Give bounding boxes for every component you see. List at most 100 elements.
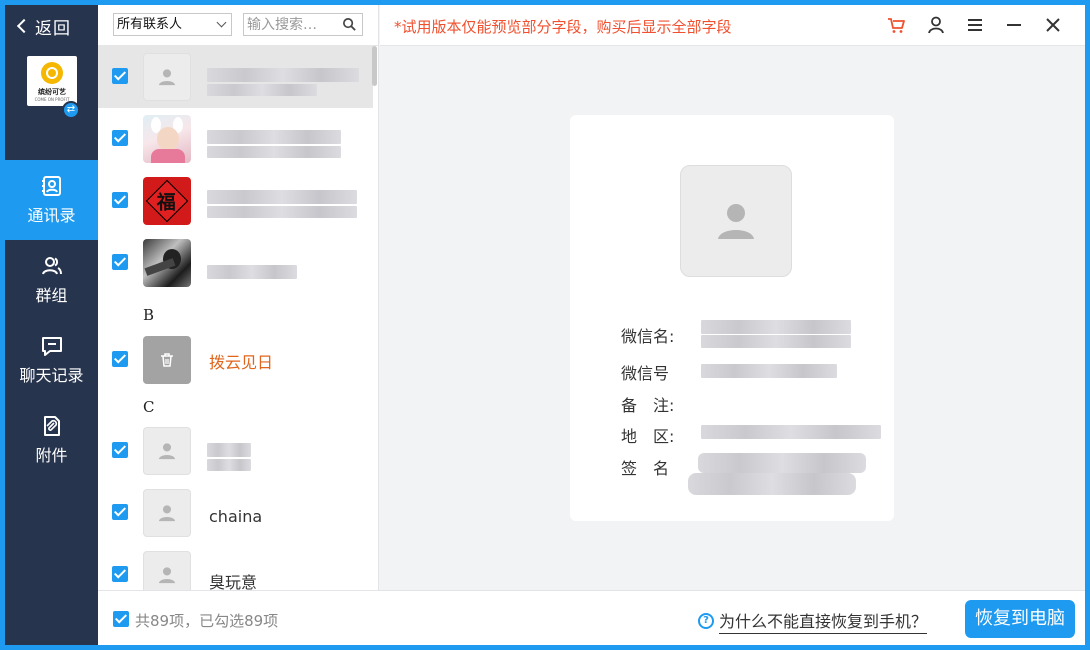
photo-avatar xyxy=(143,239,191,287)
contact-checkbox[interactable] xyxy=(112,504,128,520)
default-avatar xyxy=(143,427,191,475)
contact-checkbox[interactable] xyxy=(112,68,128,84)
contact-name: chaina xyxy=(209,507,263,526)
search-icon[interactable] xyxy=(342,17,357,32)
region-label: 地 区: xyxy=(621,427,675,446)
person-icon xyxy=(158,567,176,584)
contact-checkbox[interactable] xyxy=(112,130,128,146)
contact-row[interactable] xyxy=(98,232,373,294)
section-letter-b: B xyxy=(143,306,155,324)
contact-detail-area: 微信名: 微信号 备 注: 地 区: 签 名 xyxy=(380,46,1085,590)
chat-icon xyxy=(41,337,62,356)
person-icon xyxy=(718,204,754,239)
remark-label: 备 注: xyxy=(621,396,675,415)
contact-list: 福 B 拨云见日 C chaina 臭玩意 xyxy=(98,46,378,590)
app-window: 返回 缤纷可艺 COME ON PROFIT ⇄ 通讯录 群组 聊天记录 附件 xyxy=(5,5,1085,645)
help-link[interactable]: ? 为什么不能直接恢复到手机？ xyxy=(698,608,928,634)
contact-filter-select[interactable]: 所有联系人 xyxy=(113,13,232,36)
trial-notice: *试用版本仅能预览部分字段，购买后显示全部字段 xyxy=(394,18,732,36)
blurred-name xyxy=(207,130,341,144)
nav-contacts-label: 通讯录 xyxy=(27,206,76,225)
left-sidebar: 返回 缤纷可艺 COME ON PROFIT ⇄ 通讯录 群组 聊天记录 附件 xyxy=(5,5,98,645)
fu-character-avatar: 福 xyxy=(143,177,191,225)
wechat-id-label: 微信号 xyxy=(621,364,670,383)
nav-attachments-label: 附件 xyxy=(35,446,68,465)
default-avatar xyxy=(143,489,191,537)
contact-checkbox[interactable] xyxy=(112,351,128,367)
nav-contacts[interactable]: 通讯录 xyxy=(5,160,98,240)
contact-row[interactable]: 福 xyxy=(98,170,373,232)
nav-groups[interactable]: 群组 xyxy=(5,240,98,320)
logo-subtitle: COME ON PROFIT xyxy=(34,97,70,102)
contact-detail-card: 微信名: 微信号 备 注: 地 区: 签 名 xyxy=(570,115,894,521)
blurred-name xyxy=(207,146,341,158)
contact-row[interactable]: 拨云见日 xyxy=(98,329,373,391)
person-icon xyxy=(158,443,176,460)
blurred-name xyxy=(207,84,317,96)
top-bar: *试用版本仅能预览部分字段，购买后显示全部字段 xyxy=(380,5,1085,46)
trash-icon xyxy=(161,353,173,367)
help-link-text: 为什么不能直接恢复到手机？ xyxy=(719,608,928,634)
blurred-value xyxy=(698,453,866,473)
blurred-value xyxy=(701,335,851,348)
contact-avatar-large xyxy=(680,165,792,277)
nickname-label: 微信名: xyxy=(621,327,675,346)
contacts-icon xyxy=(41,176,61,196)
user-icon[interactable] xyxy=(926,15,946,35)
cart-icon[interactable] xyxy=(886,15,906,35)
contact-checkbox[interactable] xyxy=(112,566,128,582)
list-toolbar: 所有联系人 xyxy=(98,5,378,46)
minimize-icon[interactable] xyxy=(1004,15,1024,35)
nav-chat-history-label: 聊天记录 xyxy=(19,366,84,385)
signature-label: 签 名 xyxy=(621,459,670,478)
back-label: 返回 xyxy=(35,18,71,39)
restore-to-computer-button[interactable]: 恢复到电脑 xyxy=(965,600,1075,638)
blurred-name xyxy=(207,206,357,218)
contact-row[interactable] xyxy=(98,46,373,108)
blurred-name xyxy=(207,68,359,82)
chevron-left-icon xyxy=(16,18,32,34)
section-letter-c: C xyxy=(143,398,155,416)
select-all-checkbox[interactable] xyxy=(113,611,129,627)
contact-row[interactable] xyxy=(98,108,373,170)
contact-name: 臭玩意 xyxy=(209,573,258,590)
device-logo: 缤纷可艺 COME ON PROFIT xyxy=(27,56,77,106)
back-button[interactable]: 返回 xyxy=(16,13,71,39)
person-icon xyxy=(158,505,176,522)
person-icon xyxy=(158,69,176,86)
blurred-name xyxy=(207,265,297,279)
blurred-value xyxy=(701,364,837,378)
nav-chat-history[interactable]: 聊天记录 xyxy=(5,320,98,400)
close-icon[interactable] xyxy=(1043,15,1063,35)
contact-name: 拨云见日 xyxy=(209,353,274,372)
blurred-value xyxy=(688,473,856,495)
attachment-icon xyxy=(43,416,60,436)
contact-list-panel: 所有联系人 输入搜索… 福 B 拨云见日 C chaina 臭玩意 xyxy=(98,5,379,590)
contact-row[interactable]: 臭玩意 xyxy=(98,544,373,590)
list-scrollbar[interactable] xyxy=(372,46,377,86)
sun-logo-icon xyxy=(41,62,63,84)
switch-device-icon[interactable]: ⇄ xyxy=(62,101,80,119)
nav-groups-label: 群组 xyxy=(35,286,68,305)
chevron-down-icon xyxy=(216,17,227,28)
blurred-name xyxy=(207,190,357,204)
blurred-value xyxy=(701,320,851,334)
group-icon xyxy=(41,257,62,275)
contact-checkbox[interactable] xyxy=(112,254,128,270)
contact-checkbox[interactable] xyxy=(112,192,128,208)
search-input[interactable] xyxy=(244,14,340,36)
blurred-name xyxy=(207,443,251,457)
contact-checkbox[interactable] xyxy=(112,442,128,458)
default-avatar xyxy=(143,551,191,590)
contact-row[interactable] xyxy=(98,420,373,482)
default-avatar xyxy=(143,53,191,101)
contact-row[interactable]: chaina xyxy=(98,482,373,544)
menu-icon[interactable] xyxy=(965,15,985,35)
logo-title: 缤纷可艺 xyxy=(38,88,66,96)
photo-avatar xyxy=(143,115,191,163)
blurred-name xyxy=(207,459,251,471)
search-box xyxy=(243,13,363,36)
selection-count: 共89项，已勾选89项 xyxy=(135,612,279,630)
deleted-avatar xyxy=(143,336,191,384)
nav-attachments[interactable]: 附件 xyxy=(5,400,98,480)
